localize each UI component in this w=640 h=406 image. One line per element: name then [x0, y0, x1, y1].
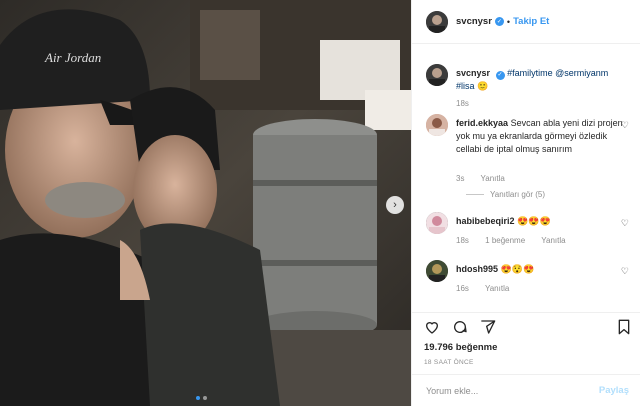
reply-button[interactable]: Yanıtla: [541, 236, 565, 245]
reply-button[interactable]: Yanıtla: [481, 174, 505, 183]
follow-button[interactable]: Takip Et: [513, 16, 549, 27]
carousel-dot: [196, 396, 200, 400]
comment-row: habibebeqiri2 😍😍😍 ♡ 18s 1 beğenme Yanıtl…: [426, 212, 631, 252]
comment-meta: 3s Yanıtla: [456, 174, 519, 183]
avatar[interactable]: [426, 260, 448, 282]
comment-input[interactable]: [424, 384, 599, 397]
post-side-panel: svcnysr ✓ • Takip Et svcnysr ✓ #familyti…: [411, 0, 640, 406]
comment-likes[interactable]: 1 beğenme: [485, 236, 525, 245]
verified-badge-icon: ✓: [494, 17, 504, 26]
caption-username[interactable]: svcnysr: [456, 68, 490, 78]
comments-list: svcnysr ✓ #familytime @sermiyanm #lisa 🙂…: [412, 50, 640, 310]
comment-icon[interactable]: [452, 319, 468, 335]
avatar[interactable]: [426, 64, 448, 86]
comment-row: ferid.ekkyaa Sevcan abla yeni dizi proje…: [426, 114, 631, 204]
comment-username[interactable]: habibebeqiri2: [456, 216, 515, 226]
avatar[interactable]: [426, 10, 448, 33]
comment-username[interactable]: hdosh995: [456, 264, 498, 274]
bookmark-icon[interactable]: [617, 319, 631, 335]
comment-meta: 18s 1 beğenme Yanıtla: [456, 236, 580, 245]
next-photo-button[interactable]: ›: [386, 196, 404, 214]
action-bar: 19.796 beğenme 18 SAAT ÖNCE: [412, 312, 640, 366]
carousel-indicator: [196, 396, 207, 400]
post-comment-button[interactable]: Paylaş: [599, 385, 629, 396]
caption-time: 18s: [456, 99, 469, 108]
caption-row: svcnysr ✓ #familytime @sermiyanm #lisa 🙂…: [426, 64, 631, 114]
comment-text: ferid.ekkyaa Sevcan abla yeni dizi proje…: [456, 117, 626, 156]
comment-time: 18s: [456, 236, 469, 245]
comment-row: hdosh995 😍😯😍 ♡ 16s Yanıtla: [426, 260, 631, 300]
instagram-post: Air Jordan › svcnysr ✓ • Takip Et svcnys…: [0, 0, 640, 406]
post-time: 18 SAAT ÖNCE: [424, 359, 474, 366]
view-replies-button[interactable]: Yanıtları gör (5): [466, 190, 545, 199]
post-photo[interactable]: Air Jordan ›: [0, 0, 411, 406]
likes-count[interactable]: 19.796 beğenme: [424, 342, 497, 353]
comment-username[interactable]: ferid.ekkyaa: [456, 118, 508, 128]
verified-badge-icon: ✓: [495, 71, 505, 80]
reply-button[interactable]: Yanıtla: [485, 284, 509, 293]
comment-body: 😍😯😍: [500, 264, 535, 274]
photo-image: Air Jordan: [0, 0, 411, 406]
separator-dot: •: [506, 16, 511, 27]
carousel-dot: [203, 396, 207, 400]
caption-emoji: 🙂: [477, 81, 489, 91]
comment-text: hdosh995 😍😯😍: [456, 263, 626, 276]
caption-meta: 18s: [456, 99, 483, 108]
action-icons: [424, 319, 496, 335]
chevron-right-icon: ›: [393, 199, 397, 211]
avatar[interactable]: [426, 114, 448, 136]
cap-logo-text: Air Jordan: [44, 50, 101, 65]
comment-text: habibebeqiri2 😍😍😍: [456, 215, 626, 228]
post-header: svcnysr ✓ • Takip Et: [412, 0, 640, 44]
comment-like-heart-icon[interactable]: ♡: [621, 120, 629, 131]
comment-time: 3s: [456, 174, 465, 183]
username-link[interactable]: svcnysr: [456, 16, 492, 27]
share-icon[interactable]: [480, 319, 496, 335]
add-comment-bar: Paylaş: [412, 374, 640, 406]
comment-meta: 16s Yanıtla: [456, 284, 523, 293]
avatar[interactable]: [426, 212, 448, 234]
comment-body: 😍😍😍: [517, 216, 551, 226]
comment-time: 16s: [456, 284, 469, 293]
comment-like-heart-icon[interactable]: ♡: [621, 218, 629, 229]
comment-like-heart-icon[interactable]: ♡: [621, 266, 629, 277]
heart-icon[interactable]: [424, 319, 440, 335]
caption-text: svcnysr ✓ #familytime @sermiyanm #lisa 🙂: [456, 67, 626, 93]
